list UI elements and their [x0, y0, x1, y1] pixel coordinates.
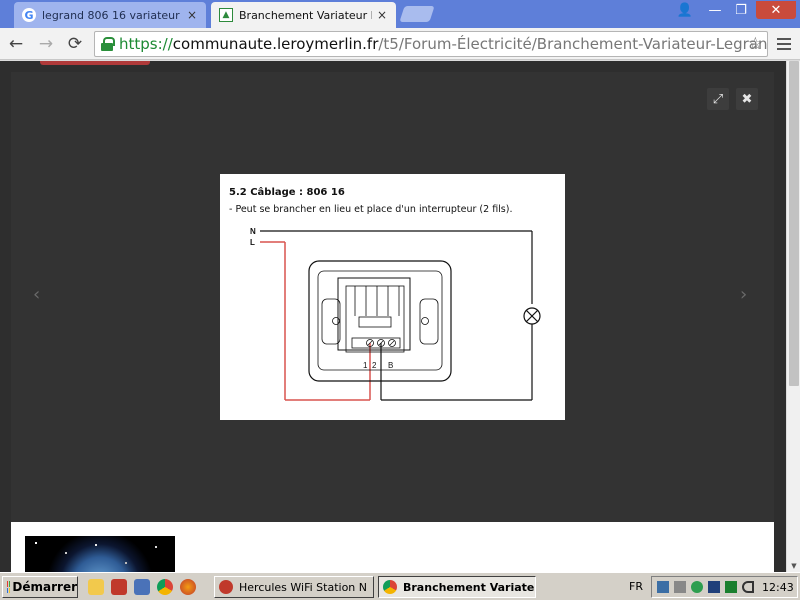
terminal-label-1: 1 — [363, 361, 368, 370]
task-label: Branchement Variate... — [403, 580, 536, 594]
filezilla-icon[interactable] — [111, 579, 127, 595]
new-tab-button[interactable] — [399, 6, 435, 22]
page-scrollbar[interactable]: ▲ ▼ — [786, 61, 800, 572]
terminal-label-b: B — [388, 361, 393, 370]
neutral-label: N — [250, 227, 256, 236]
address-bar[interactable]: https://communaute.leroymerlin.fr/t5/For… — [94, 31, 768, 57]
task-label: Hercules WiFi Station N — [239, 580, 367, 594]
taskbar-item-chrome[interactable]: Branchement Variate... — [378, 576, 536, 598]
back-arrow-icon[interactable]: ← — [4, 32, 28, 56]
minimize-button[interactable]: — — [703, 1, 727, 19]
previous-arrow-icon[interactable]: ‹ — [33, 284, 40, 305]
earth-thumbnail-image[interactable] — [25, 536, 175, 572]
browser-tab-strip: G legrand 806 16 variateur nep × ▲ Branc… — [0, 0, 800, 28]
dimmer-plate — [308, 260, 452, 382]
language-indicator[interactable]: FR — [629, 580, 643, 593]
tab-close-icon[interactable]: × — [186, 8, 198, 22]
browser-menu-icon[interactable] — [773, 32, 795, 56]
tab-close-icon[interactable]: × — [376, 8, 388, 22]
scroll-down-arrow-icon[interactable]: ▼ — [787, 560, 800, 572]
folder-icon[interactable] — [88, 579, 104, 595]
image-lightbox: ⤢ ✖ ‹ › N L 1 2 B 5.2 Câblage: 806 16 -… — [11, 72, 774, 522]
usb-icon[interactable] — [674, 581, 686, 593]
url-scheme: https:// — [119, 35, 173, 53]
leroymerlin-icon: ▲ — [219, 8, 233, 22]
battery-icon[interactable] — [725, 581, 737, 593]
terminal-label-2: 2 — [372, 361, 377, 370]
start-label: Démarrer — [12, 580, 77, 594]
document-text: - Peut se brancher en lieu et place d'un… — [229, 204, 513, 215]
chrome-icon[interactable] — [157, 579, 173, 595]
page-header-button[interactable] — [40, 61, 150, 65]
tab-branchement-variateur[interactable]: ▲ Branchement Variateur Legra × — [211, 2, 396, 28]
scroll-thumb[interactable] — [789, 61, 799, 386]
windows-logo-icon — [7, 581, 10, 593]
user-profile-icon[interactable]: 👤 — [672, 1, 698, 19]
tab-title: Branchement Variateur Legra — [239, 8, 372, 22]
windows-taskbar: Démarrer Hercules WiFi Station N Branche… — [0, 572, 800, 600]
tab-title: legrand 806 16 variateur nep — [42, 8, 182, 22]
security-shield-icon[interactable] — [691, 581, 703, 593]
firefox-icon[interactable] — [180, 579, 196, 595]
live-label: L — [250, 238, 255, 247]
close-icon[interactable]: ✖ — [736, 88, 758, 110]
volume-icon[interactable] — [742, 581, 754, 593]
taskbar-item-hercules[interactable]: Hercules WiFi Station N — [214, 576, 374, 598]
chrome-icon — [383, 580, 397, 594]
start-button[interactable]: Démarrer — [2, 576, 78, 598]
desktop-icon[interactable] — [134, 579, 150, 595]
forward-arrow-icon[interactable]: → — [34, 32, 58, 56]
system-tray: 12:43 — [651, 576, 798, 598]
bookmark-star-icon[interactable]: ☆ — [748, 34, 763, 54]
close-window-button[interactable]: ✕ — [756, 1, 796, 19]
network-icon[interactable] — [657, 581, 669, 593]
document-title: 5.2 Câblage : 806 16 — [229, 187, 345, 198]
clock[interactable]: 12:43 — [762, 581, 794, 594]
hercules-icon — [219, 580, 233, 594]
fullscreen-icon[interactable]: ⤢ — [707, 88, 729, 110]
maximize-button[interactable]: ❐ — [729, 1, 753, 19]
post-content-area — [11, 522, 774, 572]
reload-icon[interactable]: ⟳ — [63, 32, 87, 56]
url-path: /t5/Forum-Électricité/Branchement-Variat… — [378, 35, 768, 53]
next-arrow-icon[interactable]: › — [740, 284, 747, 305]
tab-google-search[interactable]: G legrand 806 16 variateur nep × — [14, 2, 206, 28]
browser-toolbar: ← → ⟳ https://communaute.leroymerlin.fr /… — [0, 28, 800, 60]
google-icon: G — [22, 8, 36, 22]
url-host: communaute.leroymerlin.fr — [172, 35, 379, 53]
monitor-icon[interactable] — [708, 581, 720, 593]
wiring-diagram-image: N L 1 2 B 5.2 Câblage : 806 16 - Peut se… — [220, 174, 565, 420]
lock-icon — [101, 37, 115, 51]
page-content: ⤢ ✖ ‹ › N L 1 2 B 5.2 Câblage: 806 16 -… — [0, 61, 786, 572]
